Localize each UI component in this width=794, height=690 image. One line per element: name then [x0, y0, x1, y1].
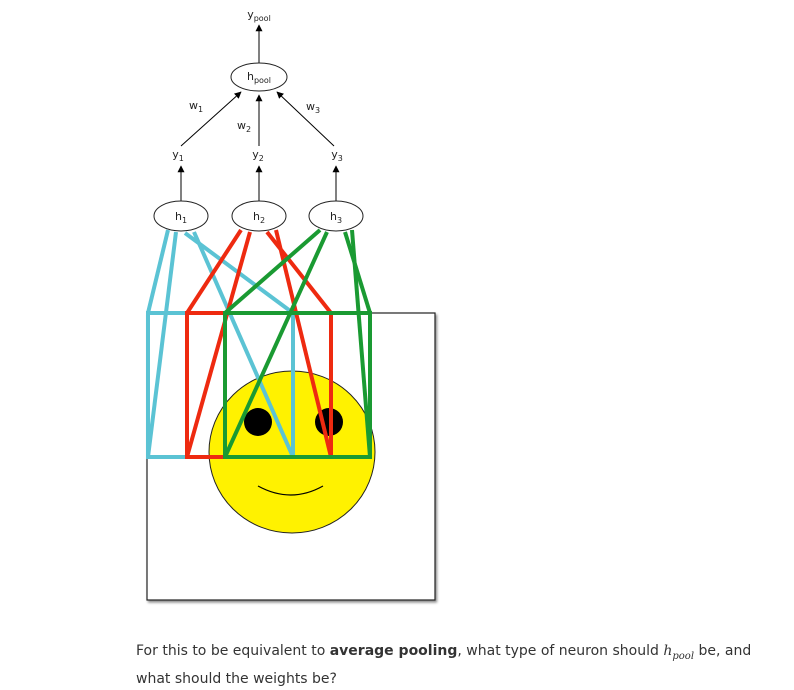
output-label-1: y1 — [172, 148, 184, 163]
pool-output-label: ypool — [247, 8, 271, 23]
caption-bold-term: average pooling — [329, 643, 458, 659]
hidden-to-output-arrows — [177, 165, 340, 201]
caption-text-start: For this to be equivalent to — [136, 643, 330, 659]
hidden-node-3: h3 — [308, 200, 364, 232]
left-eye — [244, 408, 272, 436]
caption-text-middle: , what type of neuron should — [457, 643, 664, 659]
output-label-2: y2 — [252, 148, 264, 163]
weight-label-1: w1 — [189, 99, 203, 114]
pooling-diagram: h1 h2 h3 y1 y2 y3 w1 w2 w3 hpool ypool — [146, 8, 436, 601]
pool-node: hpool — [230, 62, 288, 92]
output-label-3: y3 — [331, 148, 343, 163]
hidden-node-2: h2 — [231, 200, 287, 232]
hidden-node-1: h1 — [153, 200, 209, 232]
weight-label-2: w2 — [237, 119, 251, 134]
question-caption: For this to be equivalent to average poo… — [136, 640, 766, 690]
weight-label-3: w3 — [306, 100, 320, 115]
caption-math-h-pool: hpool — [663, 643, 695, 662]
